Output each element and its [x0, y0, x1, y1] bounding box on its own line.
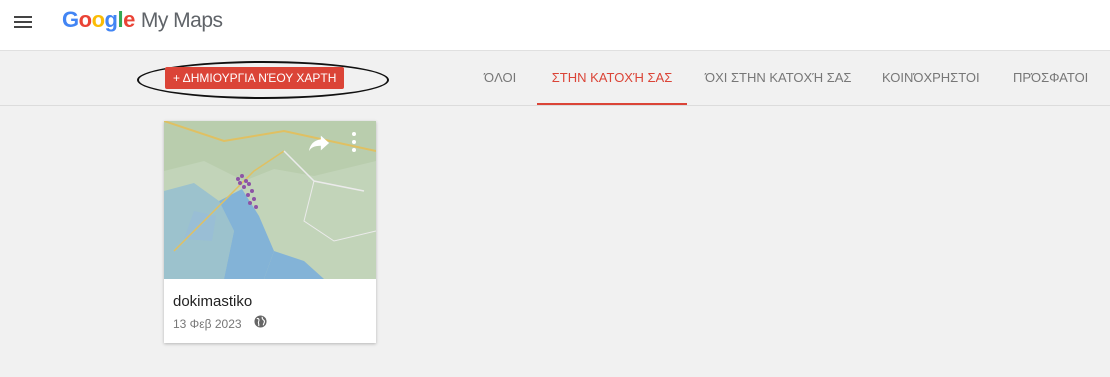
- share-icon[interactable]: [308, 133, 330, 153]
- create-new-map-button[interactable]: + ΔΗΜΙΟΥΡΓΙΑ ΝΈΟΥ ΧΑΡΤΗ: [165, 67, 345, 89]
- top-bar: Google My Maps: [0, 0, 1110, 50]
- main-content: + ΔΗΜΙΟΥΡΓΙΑ ΝΈΟΥ ΧΑΡΤΗ ΌΛΟΙ ΣΤΗΝ ΚΑΤΟΧΉ…: [0, 50, 1110, 377]
- tab-owned[interactable]: ΣΤΗΝ ΚΑΤΟΧΉ ΣΑΣ: [537, 63, 687, 105]
- map-title: dokimastiko: [173, 293, 253, 310]
- tab-shared[interactable]: ΚΟΙΝΌΧΡΗΣΤΟΙ: [882, 63, 980, 105]
- menu-icon[interactable]: [14, 14, 32, 28]
- tab-recent[interactable]: ΠΡΌΣΦΑΤΟΙ: [1013, 63, 1088, 105]
- tab-not-owned[interactable]: ΌΧΙ ΣΤΗΝ ΚΑΤΟΧΉ ΣΑΣ: [705, 63, 851, 105]
- tab-all[interactable]: ΌΛΟΙ: [484, 63, 516, 105]
- map-card[interactable]: dokimastiko 13 Φεβ 2023: [164, 121, 376, 343]
- map-thumbnail: [164, 121, 376, 279]
- more-options-icon[interactable]: [350, 131, 358, 153]
- product-name: My Maps: [140, 9, 223, 32]
- globe-icon: [254, 315, 267, 328]
- app-logo[interactable]: Google My Maps: [62, 5, 223, 36]
- map-date: 13 Φεβ 2023: [173, 317, 242, 331]
- google-wordmark: Google: [62, 7, 135, 32]
- toolbar: + ΔΗΜΙΟΥΡΓΙΑ ΝΈΟΥ ΧΑΡΤΗ ΌΛΟΙ ΣΤΗΝ ΚΑΤΟΧΉ…: [0, 51, 1110, 106]
